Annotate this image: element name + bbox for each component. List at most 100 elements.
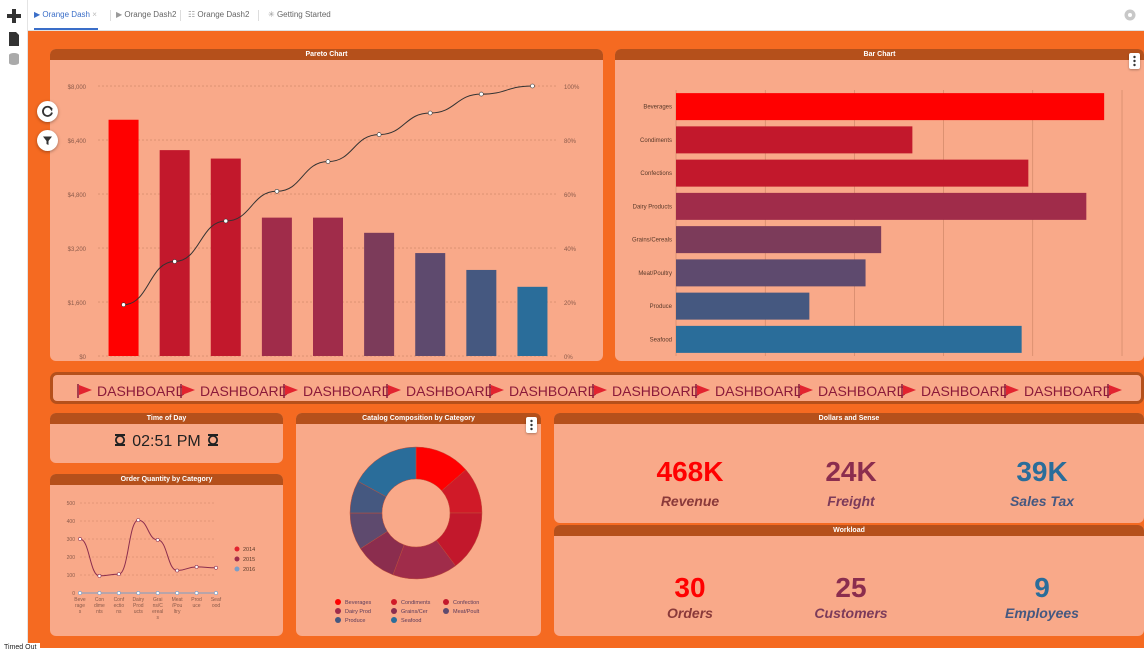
pareto-chart[interactable]: $0 0% $1,600 20% $3,200 40% $4,800 60% $6,400 80%… (50, 60, 603, 361)
pareto-bar (415, 253, 446, 356)
marquee-text: DASHBOARD (1024, 383, 1113, 399)
bar-rect (676, 192, 1087, 220)
play-icon: ▶ (116, 10, 123, 19)
catalog-menu-button[interactable] (526, 417, 537, 433)
sales-tax-label: Sales Tax (1009, 493, 1075, 509)
marquee-text: DASHBOARD (97, 383, 186, 399)
catalog-donut-chart[interactable]: Beverages Condiments Confection Dairy Prod G… (296, 424, 541, 636)
line-point (78, 537, 82, 541)
marquee-item: DASHBOARD (901, 381, 1010, 401)
pareto-point (325, 159, 331, 164)
pareto-point (274, 189, 280, 194)
pareto-point (172, 259, 177, 264)
donut-legend-label: Meat/Poult (453, 609, 480, 615)
marquee-text: DASHBOARD (406, 383, 495, 399)
marquee-item: DASHBOARD (592, 381, 701, 401)
flag-icon (489, 384, 504, 398)
tab-getting-started[interactable]: ✳ Getting Started (268, 0, 331, 30)
pareto-point (376, 132, 382, 137)
bar-chart[interactable]: 02,0004,0006,0008,00010,000BeveragesCond… (615, 60, 1144, 361)
marquee-item: DASHBOARD (77, 381, 186, 401)
line-xtick: Dairy Prod ucts (132, 597, 144, 615)
pareto-y2tick: 0% (564, 355, 573, 361)
pareto-y2tick: 40% (564, 247, 577, 253)
bar-rect (676, 259, 866, 287)
line-xtick: Conf ectio ns (114, 597, 125, 615)
donut-legend-dot (391, 599, 397, 605)
dollars-panel: Dollars and Sense 468K Revenue 24K Freig… (554, 413, 1144, 523)
marquee-item: DASHBOARD (695, 381, 804, 401)
sales-tax-value: 39K (1016, 456, 1068, 487)
pareto-point (223, 218, 229, 224)
bar-menu-button[interactable] (1129, 53, 1140, 69)
pareto-y2tick: 20% (564, 301, 577, 307)
line-point (97, 591, 102, 595)
line-point (214, 565, 218, 570)
freight-label: Freight (827, 493, 875, 509)
bar-ytick: Confections (640, 171, 672, 177)
legend-dot (234, 556, 240, 562)
legend-label: 2015 (243, 557, 255, 563)
marquee-text: DASHBOARD (509, 383, 598, 399)
document-icon[interactable] (7, 32, 21, 46)
bar-panel: Bar Chart 02,0004,0006,0008,00010,000Bev… (615, 49, 1144, 361)
grid-icon: ☷ (188, 10, 196, 19)
filter-button[interactable] (37, 130, 58, 151)
donut-legend-label: Produce (345, 618, 366, 624)
flag-icon (180, 384, 195, 398)
marquee-item: DASHBOARD (180, 381, 289, 401)
status-timed-out: Timed Out (0, 643, 41, 653)
tab-label: Orange Dash (42, 10, 90, 19)
line-point (78, 591, 82, 595)
marquee-item: DASHBOARD (489, 381, 598, 401)
marquee-item: DASHBOARD (1004, 381, 1113, 401)
flag-icon (1107, 384, 1122, 398)
kebab-icon (530, 419, 533, 431)
donut-legend-dot (335, 608, 341, 614)
line-point (194, 591, 199, 595)
line-ytick: 500 (67, 501, 76, 507)
bar-ytick: Beverages (643, 105, 672, 111)
time-display: 02:51 PM (50, 432, 283, 452)
pareto-bar (159, 150, 190, 356)
tab-orange-dash2-design[interactable]: ☷ Orange Dash2 (188, 0, 249, 30)
pareto-bar (108, 119, 139, 356)
refresh-button[interactable] (37, 101, 58, 122)
legend-label: 2014 (243, 547, 255, 553)
pareto-y2tick: 80% (564, 139, 577, 145)
bar-rect (676, 93, 1105, 121)
dollars-title: Dollars and Sense (818, 415, 880, 422)
line-point (136, 591, 141, 595)
flag-icon (798, 384, 813, 398)
donut-legend-label: Confection (453, 600, 479, 606)
line-xtick: Con dime nts (94, 597, 105, 615)
orders-title: Order Quantity by Category (120, 476, 213, 483)
close-icon[interactable]: × (92, 10, 97, 19)
line-xtick: Beve rage s (74, 597, 86, 615)
time-panel: Time of Day 02:51 PM (50, 413, 283, 463)
tab-label: Orange Dash2 (197, 10, 250, 19)
employees-label: Employees (1005, 605, 1079, 621)
add-icon[interactable] (7, 9, 21, 23)
line-ytick: 300 (67, 537, 76, 543)
clock-icon (114, 434, 125, 446)
marquee-text: DASHBOARD (303, 383, 392, 399)
bar-ytick: Produce (650, 304, 673, 310)
tab-orange-dash2[interactable]: ▶ Orange Dash2 (116, 0, 176, 30)
orders-line-chart[interactable]: 0100200300400500Beve rage sCon dime ntsConf e… (50, 485, 283, 636)
database-icon[interactable] (7, 52, 21, 66)
line-point (116, 591, 121, 595)
dashboard-canvas: Pareto Chart $0 0% $1,600 20% $3,200 40% $4,80… (28, 31, 1144, 648)
tab-orange-dash[interactable]: ▶ Orange Dash × (34, 0, 98, 30)
tab-label: Orange Dash2 (124, 10, 177, 19)
pareto-point (479, 91, 484, 97)
settings-icon[interactable] (1124, 9, 1136, 21)
orders-panel: Order Quantity by Category 0 100 200 300 400… (50, 474, 283, 636)
app-root: ▶ Orange Dash × ▶ Orange Dash2 ☷ Orange … (0, 0, 1144, 653)
line-xtick: Grai ns/C ereal s (152, 597, 163, 621)
pareto-bar (466, 269, 497, 356)
flag-icon (901, 384, 916, 398)
pareto-ytick: $8,000 (68, 85, 87, 91)
customers-label: Customers (814, 605, 888, 621)
donut-legend-label: Condiments (401, 600, 431, 606)
